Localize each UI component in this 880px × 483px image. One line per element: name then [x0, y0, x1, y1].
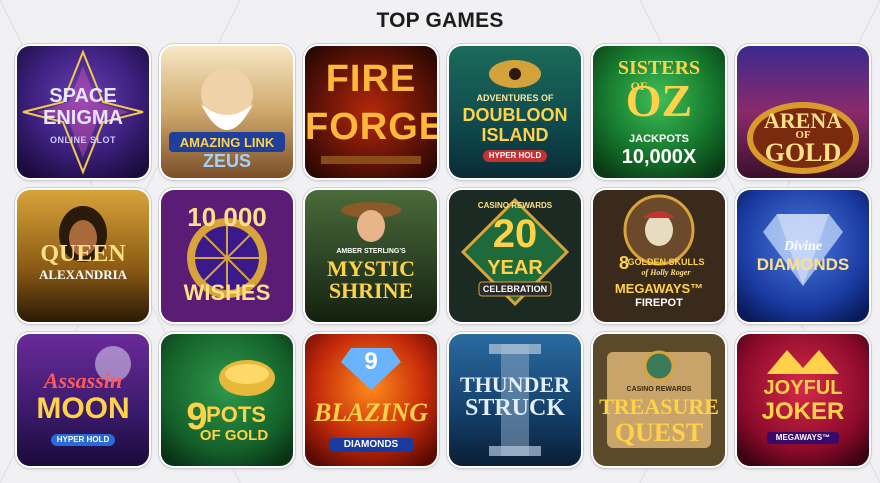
game-title-line: OZ [625, 78, 693, 124]
game-subtitle: ONLINE SLOT [50, 136, 116, 145]
game-tile-divine-diamonds[interactable]: Divine DIAMONDS [737, 190, 869, 322]
game-title-line: Divine [783, 240, 823, 254]
game-title-line: OF GOLD [199, 428, 269, 443]
game-title-line: MEGAWAYS™ [775, 434, 831, 442]
game-title-line: CASINO REWARDS [626, 386, 692, 393]
game-title-line: MYSTIC [326, 258, 415, 280]
game-title-line: ISLAND [481, 126, 549, 144]
game-title-line: SHRINE [328, 280, 414, 302]
game-title-line: QUEEN [40, 242, 126, 266]
game-badge: HYPER HOLD [488, 152, 542, 160]
game-title-line: ADVENTURES OF [476, 94, 554, 103]
game-title-line: FIREPOT [635, 298, 683, 309]
game-title-line: MOON [36, 394, 130, 424]
game-title-line: ARENA [763, 110, 843, 132]
game-title-line: ZEUS [202, 152, 251, 170]
game-tile-assassin-moon[interactable]: Assassin MOON HYPER HOLD [17, 334, 149, 466]
game-title-line: AMAZING LINK [179, 136, 275, 149]
game-tile-joyful-joker[interactable]: JOYFUL JOKER MEGAWAYS™ [737, 334, 869, 466]
game-title-line: JOKER [761, 400, 845, 424]
game-title-line: CELEBRATION [482, 285, 548, 294]
game-tile-arena-of-gold[interactable]: ARENA OF GOLD [737, 46, 869, 178]
games-grid: SPACE ENIGMA ONLINE SLOT AMAZING LINK ZE… [17, 46, 869, 466]
game-title-line: POTS [206, 404, 266, 426]
game-tile-sisters-of-oz[interactable]: SISTERS OF OZ JACKPOTS 10,000X [593, 46, 725, 178]
game-title-line: BLAZING [313, 400, 429, 426]
game-title-line: 9 [364, 350, 378, 374]
game-title-line: TREASURE [599, 396, 719, 418]
game-tile-queen-alexandria[interactable]: QUEEN ALEXANDRIA [17, 190, 149, 322]
game-tile-amazing-link-zeus[interactable]: AMAZING LINK ZEUS [161, 46, 293, 178]
game-title-line: MEGAWAYS™ [614, 282, 704, 295]
game-tile-thunderstruck-ii[interactable]: THUNDER STRUCK [449, 334, 581, 466]
game-subtitle: JACKPOTS [629, 134, 689, 145]
game-title-line: of Holly Roger [641, 269, 691, 277]
game-title-line: 20 [492, 214, 538, 254]
game-jackpot: 10,000X [621, 147, 697, 167]
game-title-line: Assassin [43, 370, 123, 392]
game-tile-20-year-celebration[interactable]: CASINO REWARDS 20 YEAR CELEBRATION [449, 190, 581, 322]
game-title-line: STRUCK [464, 396, 566, 420]
game-title-line: CASINO REWARDS [477, 202, 553, 210]
game-title-line: DOUBLOON [462, 106, 568, 124]
game-title-line: GOLD [764, 140, 842, 166]
game-title-line: FIRE [325, 60, 417, 98]
game-title-line: FORGE [305, 108, 437, 146]
game-title-line: 10 000 [187, 204, 267, 230]
game-title-line: QUEST [614, 420, 704, 446]
game-tile-space-enigma[interactable]: SPACE ENIGMA ONLINE SLOT [17, 46, 149, 178]
game-tile-doubloon-island[interactable]: ADVENTURES OF DOUBLOON ISLAND HYPER HOLD [449, 46, 581, 178]
game-title-line: WISHES [183, 282, 271, 304]
game-tile-10000-wishes[interactable]: 10 000 WISHES [161, 190, 293, 322]
game-title-line: SISTERS [617, 58, 701, 78]
game-title-line: DIAMONDS [756, 256, 850, 273]
game-title-line: YEAR [487, 258, 543, 278]
game-title-line: ALEXANDRIA [38, 268, 128, 281]
game-title-line: AMBER STERLING'S [336, 248, 406, 255]
game-tile-mystic-shrine[interactable]: AMBER STERLING'S MYSTIC SHRINE [305, 190, 437, 322]
game-badge: HYPER HOLD [56, 436, 110, 444]
game-title-line: ENIGMA [43, 108, 123, 128]
game-tile-treasure-quest[interactable]: CASINO REWARDS TREASURE QUEST [593, 334, 725, 466]
game-tile-8-golden-skulls[interactable]: 8 GOLDEN SKULLS of Holly Roger MEGAWAYS™… [593, 190, 725, 322]
game-title-line: THUNDER [459, 374, 570, 396]
game-title-line: GOLDEN SKULLS [627, 258, 705, 267]
game-tile-9-pots-of-gold[interactable]: 9 POTS OF GOLD [161, 334, 293, 466]
game-artwork [305, 190, 437, 322]
game-title-line: SPACE [49, 86, 117, 106]
game-title-line: JOYFUL [763, 378, 843, 398]
game-title-line: DIAMONDS [343, 440, 399, 450]
game-tile-9-blazing-diamonds[interactable]: 9 BLAZING DIAMONDS [305, 334, 437, 466]
section-title: TOP GAMES [376, 9, 504, 32]
game-tile-fire-forge[interactable]: FIRE FORGE [305, 46, 437, 178]
